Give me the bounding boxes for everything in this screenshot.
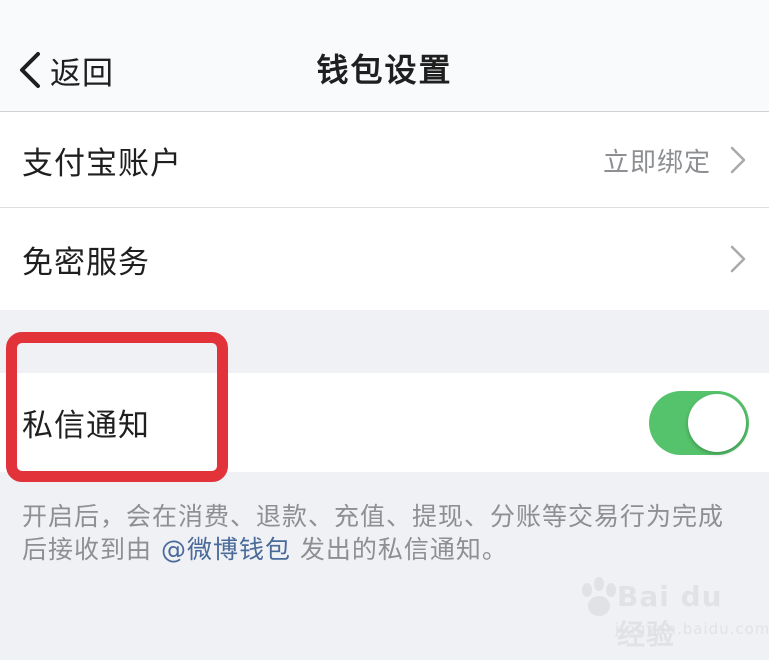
- chevron-right-icon: [730, 146, 746, 174]
- dm-notification-label: 私信通知: [22, 408, 150, 444]
- dm-notification-toggle[interactable]: [649, 391, 749, 455]
- password-free-row[interactable]: 免密服务: [0, 208, 769, 310]
- paw-logo-icon: [582, 577, 616, 616]
- bind-now-value: 立即绑定: [602, 147, 711, 178]
- alipay-account-label: 支付宝账户: [22, 145, 182, 182]
- page-title: 钱包设置: [316, 51, 453, 89]
- toggle-knob: [688, 394, 746, 452]
- description-text-end: 发出的私信通知。: [290, 535, 508, 564]
- alipay-account-row[interactable]: 支付宝账户 立即绑定: [0, 112, 769, 208]
- wallet-mention-link[interactable]: @微博钱包: [161, 535, 291, 564]
- dm-notification-description: 开启后，会在消费、退款、充值、提现、分账等交易行为完成后接收到由 @微博钱包 发…: [22, 500, 742, 566]
- navigation-bar: 返回 钱包设置: [0, 0, 769, 112]
- watermark-main: Bai du 经验: [617, 580, 723, 651]
- watermark-sub: jingyan.baidu.com: [615, 620, 769, 638]
- password-free-label: 免密服务: [22, 244, 150, 281]
- dm-notification-row: 私信通知: [0, 373, 769, 472]
- watermark: Bai du 经验 jingyan.baidu.com: [577, 576, 769, 651]
- chevron-right-icon: [730, 245, 746, 273]
